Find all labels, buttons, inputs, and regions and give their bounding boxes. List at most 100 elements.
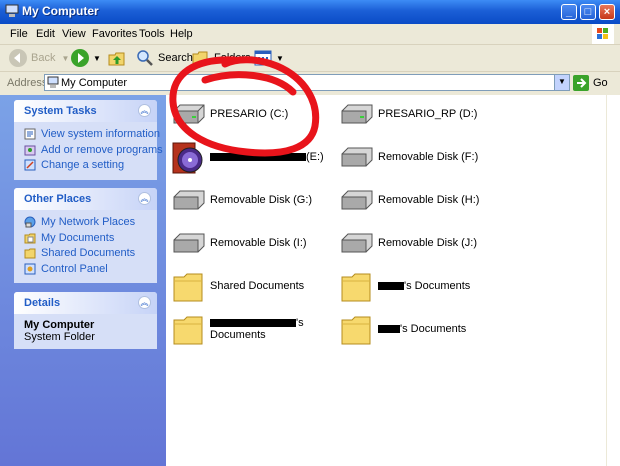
go-label: Go — [593, 77, 608, 89]
folder-user-documents-2[interactable]: 's Documents — [170, 310, 340, 350]
folder-icon — [173, 316, 203, 345]
drive-g[interactable]: Removable Disk (G:) — [170, 181, 340, 221]
collapse-icon[interactable]: ︽ — [138, 192, 151, 205]
menu-bar: File Edit View Favorites Tools Help — [0, 24, 620, 45]
removable-disk-icon — [173, 233, 205, 253]
content-scroll-area — [606, 95, 620, 466]
place-my-network-places[interactable]: My Network Places — [14, 215, 157, 231]
drive-h[interactable]: Removable Disk (H:) — [338, 181, 508, 221]
place-label: Shared Documents — [41, 247, 136, 259]
back-button[interactable]: Back ▼ — [8, 48, 69, 68]
shared-folder-icon — [24, 248, 36, 259]
drive-c[interactable]: PRESARIO (C:) — [170, 95, 340, 135]
hard-drive-icon — [173, 104, 205, 124]
folder-user-documents-3[interactable]: 's Documents — [338, 310, 508, 350]
my-computer-window: My Computer _ □ × File Edit View Favorit… — [0, 0, 620, 466]
menu-file[interactable]: File — [10, 28, 28, 40]
folder-name-suffix: 's Documents — [400, 323, 467, 335]
details-type: System Folder — [24, 331, 95, 343]
place-control-panel[interactable]: Control Panel — [14, 262, 157, 278]
folder-icon — [341, 316, 371, 345]
menu-tools[interactable]: Tools — [139, 28, 165, 40]
place-label: My Documents — [41, 231, 115, 244]
redacted-text — [378, 282, 404, 291]
drive-j-label: Removable Disk (J:) — [378, 237, 478, 249]
removable-disk-icon — [341, 147, 373, 167]
task-pane: System Tasks ︽ View system information A… — [0, 95, 166, 466]
forward-dropdown-icon[interactable]: ▼ — [93, 54, 101, 63]
collapse-icon[interactable]: ︽ — [138, 296, 151, 309]
drive-d[interactable]: PRESARIO_RP (D:) — [338, 95, 508, 135]
menu-help[interactable]: Help — [170, 28, 193, 40]
task-label: Add or remove programs — [41, 143, 163, 156]
task-view-system-information[interactable]: View system information — [14, 127, 160, 143]
computer-icon — [5, 4, 19, 17]
forward-arrow-icon — [71, 49, 89, 67]
views-button[interactable]: ▼ — [253, 48, 284, 68]
folder-name-suffix: 's — [296, 317, 304, 329]
forward-button[interactable]: ▼ — [70, 48, 101, 68]
drive-d-label: PRESARIO_RP (D:) — [378, 108, 478, 120]
details-panel: Details ︽ My Computer System Folder — [14, 292, 157, 349]
removable-disk-icon — [341, 190, 373, 210]
removable-disk-icon — [173, 190, 205, 210]
folder-user-documents-1-label: 's Documents — [378, 280, 470, 292]
other-places-panel: Other Places ︽ My Network Places My Docu… — [14, 188, 157, 283]
drive-f[interactable]: Removable Disk (F:) — [338, 138, 508, 178]
place-shared-documents[interactable]: Shared Documents — [14, 246, 157, 262]
views-icon — [254, 50, 272, 66]
address-dropdown-icon[interactable]: ▼ — [554, 75, 569, 90]
network-places-icon — [24, 216, 36, 228]
address-value: My Computer — [61, 77, 128, 89]
back-arrow-icon — [9, 49, 27, 67]
system-tasks-title: System Tasks — [24, 105, 97, 117]
folder-icon — [341, 273, 371, 302]
folders-icon — [192, 51, 208, 65]
collapse-icon[interactable]: ︽ — [138, 104, 151, 117]
drive-f-label: Removable Disk (F:) — [378, 151, 479, 163]
search-button[interactable]: Search — [135, 48, 193, 68]
drive-i-label: Removable Disk (I:) — [210, 237, 307, 249]
menu-view[interactable]: View — [62, 28, 86, 40]
drive-e-letter: (E:) — [306, 151, 324, 163]
drive-j[interactable]: Removable Disk (J:) — [338, 224, 508, 264]
folder-icon — [173, 273, 203, 302]
go-button[interactable]: Go — [573, 75, 608, 91]
address-label: Address — [7, 77, 48, 89]
views-dropdown-icon[interactable]: ▼ — [276, 54, 284, 63]
address-input[interactable]: My Computer ▼ — [44, 74, 570, 91]
task-add-remove-programs[interactable]: Add or remove programs — [14, 143, 163, 159]
task-label: Change a setting — [41, 159, 125, 171]
close-button[interactable]: × — [599, 4, 615, 20]
minimize-button[interactable]: _ — [561, 4, 577, 20]
task-change-setting[interactable]: Change a setting — [14, 158, 157, 174]
folder-name-line2: Documents — [210, 329, 266, 341]
up-folder-button[interactable] — [107, 48, 130, 68]
toolbar: Back ▼ ▼ Search Folders ▼ — [0, 45, 620, 72]
details-name: My Computer — [24, 319, 95, 331]
menu-favorites[interactable]: Favorites — [92, 28, 137, 40]
details-header[interactable]: Details ︽ — [14, 292, 157, 314]
back-label: Back — [31, 52, 56, 64]
maximize-button[interactable]: □ — [580, 4, 596, 20]
removable-disk-icon — [341, 233, 373, 253]
drive-c-label: PRESARIO (C:) — [210, 108, 289, 120]
folder-shared-documents[interactable]: Shared Documents — [170, 267, 340, 307]
folder-user-documents-1[interactable]: 's Documents — [338, 267, 508, 307]
redacted-text — [210, 319, 296, 328]
other-places-title: Other Places — [24, 193, 92, 205]
place-label: Control Panel — [41, 262, 108, 275]
menu-edit[interactable]: Edit — [36, 28, 55, 40]
place-my-documents[interactable]: My Documents — [14, 231, 157, 247]
control-panel-icon — [24, 159, 36, 171]
search-icon — [137, 50, 153, 66]
folders-button[interactable]: Folders — [191, 48, 251, 68]
title-bar[interactable]: My Computer _ □ × — [0, 0, 620, 24]
system-info-icon — [24, 128, 36, 140]
other-places-header[interactable]: Other Places ︽ — [14, 188, 157, 210]
add-remove-programs-icon — [24, 145, 36, 155]
back-dropdown-icon[interactable]: ▼ — [61, 54, 69, 63]
drive-i[interactable]: Removable Disk (I:) — [170, 224, 340, 264]
drive-e[interactable]: (E:) — [170, 138, 340, 178]
system-tasks-header[interactable]: System Tasks ︽ — [14, 100, 157, 122]
